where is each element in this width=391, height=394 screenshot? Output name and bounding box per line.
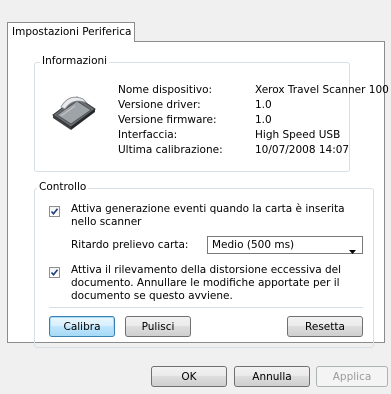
control-group: Controllo Attiva generazione eventi quan… — [34, 181, 374, 348]
control-divider — [49, 307, 363, 308]
event-checkbox-label: Attiva generazione eventi quando la cart… — [71, 203, 345, 228]
info-label: Ultima calibrazione: — [118, 144, 223, 156]
event-checkbox[interactable] — [49, 206, 60, 217]
tab-panel: Informazioni Nome dispositivo: Xerox Tra… — [7, 41, 389, 348]
info-label: Interfaccia: — [118, 129, 178, 141]
distortion-checkbox-label: Attiva il rilevamento della distorsione … — [71, 264, 342, 302]
delay-label: Ritardo prelievo carta: — [71, 239, 189, 251]
info-label: Versione firmware: — [118, 114, 217, 126]
chevron-down-icon — [349, 243, 356, 259]
delay-select-value: Medio (500 ms) — [212, 239, 295, 251]
info-label: Versione driver: — [118, 99, 201, 111]
info-value: 1.0 — [255, 114, 272, 126]
info-value: 10/07/2008 14:07 — [255, 144, 350, 156]
tab-label: Impostazioni Periferica — [12, 26, 132, 38]
distortion-checkbox[interactable] — [49, 267, 60, 278]
info-value: High Speed USB — [255, 129, 341, 141]
ok-button[interactable]: OK — [151, 366, 227, 387]
control-group-title: Controllo — [37, 181, 89, 193]
info-value: Xerox Travel Scanner 100 — [255, 84, 389, 96]
info-label: Nome dispositivo: — [118, 84, 213, 96]
cancel-button[interactable]: Annulla — [234, 366, 310, 387]
info-group: Informazioni Nome dispositivo: Xerox Tra… — [34, 55, 389, 172]
scanner-icon — [47, 85, 101, 133]
calibrate-button[interactable]: Calibra — [49, 316, 115, 337]
reset-button[interactable]: Resetta — [287, 316, 363, 337]
apply-button[interactable]: Applica — [316, 366, 388, 387]
info-value: 1.0 — [255, 99, 272, 111]
clean-button[interactable]: Pulisci — [125, 316, 191, 337]
tab-device-settings[interactable]: Impostazioni Periferica — [7, 22, 135, 42]
info-group-title: Informazioni — [40, 55, 110, 67]
delay-select[interactable]: Medio (500 ms) — [207, 236, 363, 254]
